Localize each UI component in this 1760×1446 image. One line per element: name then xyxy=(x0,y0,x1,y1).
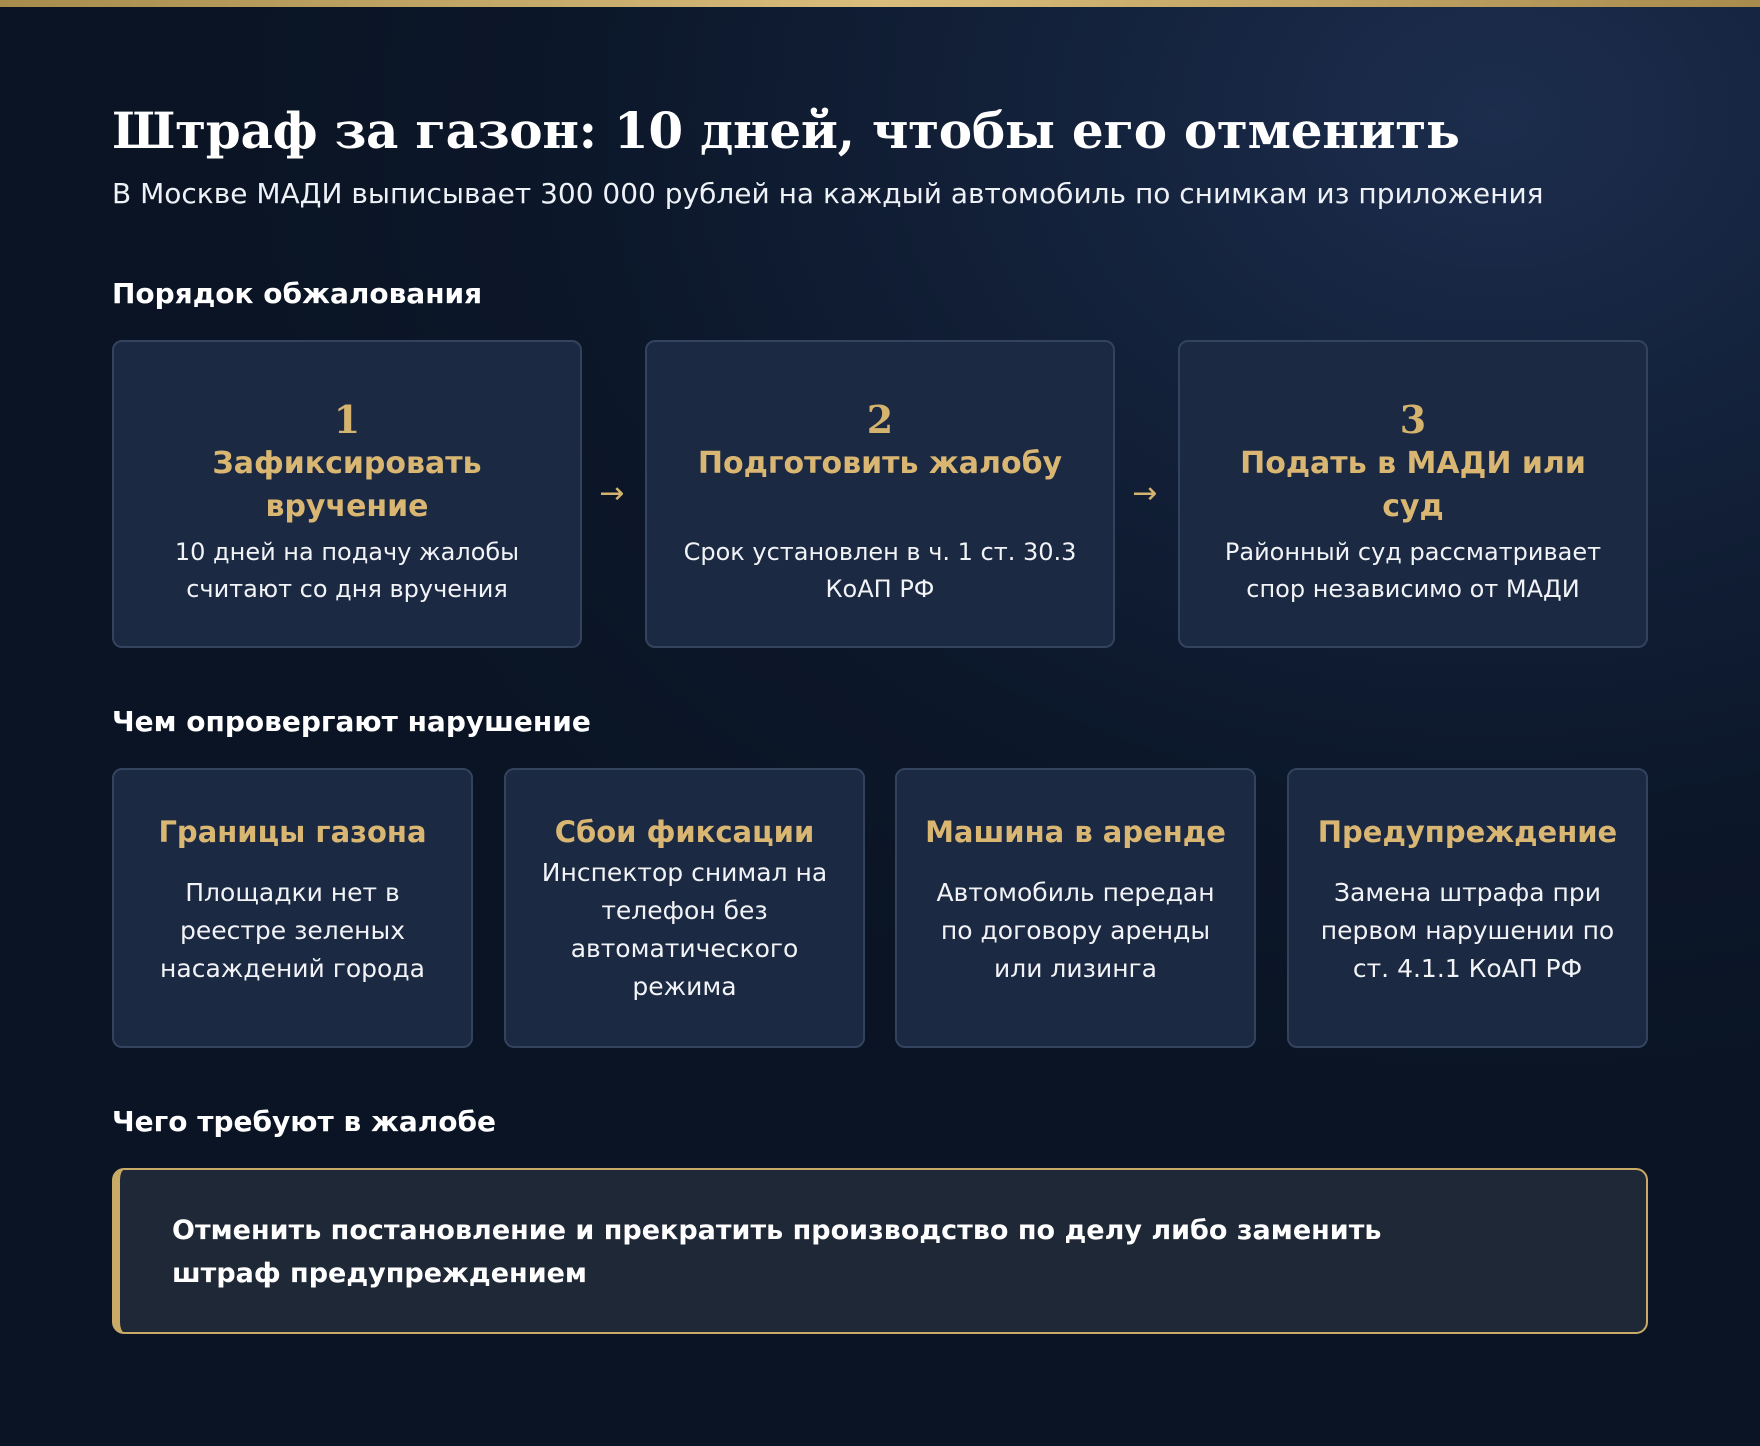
argument-card-lawn-borders: Границы газона Площадки нет в реестре зе… xyxy=(112,768,473,1048)
step-card-1: 1 Зафиксировать вручение 10 дней на пода… xyxy=(112,340,582,648)
argument-description: Замена штрафа при первом нарушении по ст… xyxy=(1320,878,1615,983)
arrow-right-icon: → xyxy=(599,476,625,511)
demand-callout: Отменить постановление и прекратить прои… xyxy=(112,1168,1648,1334)
argument-title: Сбои фиксации xyxy=(554,815,815,849)
page-subtitle: В Москве МАДИ выписывает 300 000 рублей … xyxy=(112,177,1544,210)
argument-description: Площадки нет в реестре зеленых насаждени… xyxy=(160,878,425,983)
argument-title: Машина в аренде xyxy=(925,815,1226,849)
step-description: Срок установлен в ч. 1 ст. 30.3 КоАП РФ xyxy=(683,538,1077,603)
argument-title: Границы газона xyxy=(158,815,427,849)
argument-card-rental-car: Машина в аренде Автомобиль передан по до… xyxy=(895,768,1256,1048)
step-title: Зафиксировать вручение xyxy=(212,446,482,524)
argument-card-recording-errors: Сбои фиксации Инспектор снимал на телефо… xyxy=(504,768,865,1048)
appeal-section-heading: Порядок обжалования xyxy=(112,277,483,310)
step-title: Подготовить жалобу xyxy=(697,446,1063,481)
refute-section-heading: Чем опровергают нарушение xyxy=(112,705,591,738)
page-title: Штраф за газон: 10 дней, чтобы его отмен… xyxy=(112,101,1460,160)
step-number: 1 xyxy=(333,397,361,442)
argument-card-warning: Предупреждение Замена штрафа при первом … xyxy=(1287,768,1648,1048)
step-description: Районный суд рассматривает спор независи… xyxy=(1224,538,1602,603)
step-number: 2 xyxy=(866,397,894,442)
demand-section-heading: Чего требуют в жалобе xyxy=(112,1105,497,1138)
step-title: Подать в МАДИ или суд xyxy=(1240,446,1586,524)
top-accent-bar xyxy=(0,0,1760,7)
step-number: 3 xyxy=(1399,397,1427,442)
argument-description: Инспектор снимал на телефон без автомати… xyxy=(541,858,828,1001)
argument-description: Автомобиль передан по договору аренды ил… xyxy=(936,878,1215,983)
step-card-2: 2 Подготовить жалобу Срок установлен в ч… xyxy=(645,340,1115,648)
arrow-right-icon: → xyxy=(1132,476,1158,511)
argument-title: Предупреждение xyxy=(1317,815,1618,849)
demand-text: Отменить постановление и прекратить прои… xyxy=(172,1215,1382,1289)
step-description: 10 дней на подачу жалобы считают со дня … xyxy=(174,538,520,603)
step-card-3: 3 Подать в МАДИ или суд Районный суд рас… xyxy=(1178,340,1648,648)
